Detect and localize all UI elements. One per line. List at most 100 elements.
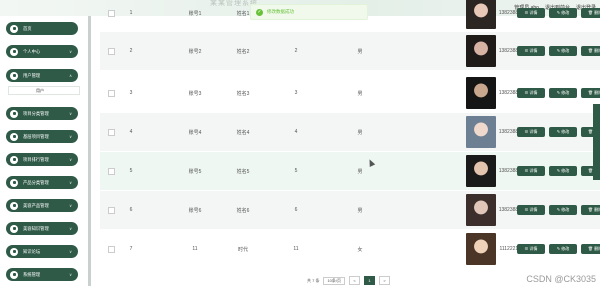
sidebar: 首页 个人中心 ∨ 用户管理 ∧ 用户 项目分类管理 ∨ 基层项目管理 ∨ 项目排行管理…: [0, 16, 95, 286]
avatar: [466, 0, 496, 29]
delete-button[interactable]: 🗑 删除: [581, 244, 600, 254]
edit-button[interactable]: ✎ 修改: [549, 46, 577, 56]
sidebar-item-label: 个人中心: [23, 48, 41, 54]
button-label: 删除: [594, 207, 600, 212]
delete-button[interactable]: 🗑 删除: [581, 46, 600, 56]
sidebar-item-home[interactable]: 首页: [6, 22, 78, 35]
cell-name: 姓名2: [236, 48, 250, 55]
edit-button[interactable]: ✎ 修改: [549, 127, 577, 137]
detail-button[interactable]: ☰ 详情: [517, 244, 545, 254]
detail-button[interactable]: ☰ 详情: [517, 8, 545, 18]
next-page-button[interactable]: >: [379, 276, 391, 285]
sidebar-item-project-ranking[interactable]: 项目排行管理 ∨: [6, 153, 78, 166]
row-checkbox[interactable]: [108, 206, 115, 214]
chevron-down-icon: ∨: [69, 203, 72, 208]
user-icon: [10, 47, 18, 56]
cell-age: 4: [294, 129, 298, 135]
avatar: [466, 233, 496, 265]
row-actions: ☰ 详情✎ 修改🗑 删除: [517, 166, 600, 176]
cell-name: 时代: [237, 246, 248, 253]
button-label: 详情: [529, 207, 538, 212]
row-actions: ☰ 详情 ✎ 修改 🗑 删除: [517, 8, 600, 18]
button-label: 详情: [529, 168, 538, 173]
button-label: 修改: [561, 90, 570, 95]
success-toast: ✓ 修改数据成功: [250, 4, 368, 20]
detail-button[interactable]: ☰ 详情: [517, 166, 545, 176]
detail-button[interactable]: ☰ 详情: [517, 205, 545, 215]
chevron-down-icon: ∨: [69, 111, 72, 116]
chevron-down-icon: ∨: [69, 49, 72, 54]
row-checkbox[interactable]: [108, 245, 115, 253]
sidebar-item-product-category[interactable]: 产品分类管理 ∨: [6, 176, 78, 189]
edit-button[interactable]: ✎ 修改: [549, 205, 577, 215]
cell-account: 账号2: [188, 48, 202, 55]
page-size-select[interactable]: 10条/页: [323, 276, 346, 285]
delete-button[interactable]: 🗑 删除: [581, 205, 600, 215]
sidebar-item-system[interactable]: 系统管理 ∨: [6, 268, 78, 281]
main-content: 1账号1姓名11男13823888881☰ 详情✎ 修改🗑 删除2账号2姓名22…: [91, 0, 600, 286]
button-label: 修改: [561, 207, 570, 212]
row-checkbox[interactable]: [108, 9, 115, 17]
delete-button[interactable]: 🗑 删除: [581, 8, 600, 18]
button-label: 修改: [561, 129, 570, 134]
detail-button[interactable]: ☰ 详情: [517, 46, 545, 56]
sidebar-item-label: 基层项目管理: [23, 133, 49, 139]
row-actions: ☰ 详情 ✎ 修改 🗑 删除: [517, 205, 600, 215]
cell-gender: 女: [357, 246, 363, 253]
chevron-down-icon: ∨: [69, 272, 72, 277]
cell-name: 姓名3: [236, 90, 250, 97]
edit-button[interactable]: ✎ 修改: [549, 166, 577, 176]
cell-gender: 男: [357, 168, 363, 175]
sidebar-item-label: 用户管理: [23, 72, 41, 78]
edit-button[interactable]: ✎ 修改: [549, 244, 577, 254]
cell-no: 5: [129, 168, 133, 174]
cell-age: 6: [294, 207, 298, 213]
sidebar-item-label: 系统管理: [23, 271, 41, 277]
avatar: [466, 116, 496, 148]
cell-gender: 男: [357, 129, 363, 136]
sidebar-item-user-management[interactable]: 用户管理 ∧: [6, 69, 78, 82]
sidebar-item-label: 知识论坛: [23, 248, 41, 254]
detail-button[interactable]: ☰ 详情: [517, 127, 545, 137]
prev-page-button[interactable]: <: [349, 276, 361, 285]
gear-icon: [10, 178, 18, 187]
cell-account: 11: [192, 246, 198, 252]
delete-button[interactable]: 🗑 删除: [581, 88, 600, 98]
gear-icon: [10, 270, 18, 279]
cell-no: 6: [129, 207, 133, 213]
edit-button[interactable]: ✎ 修改: [549, 88, 577, 98]
gear-icon: [10, 109, 18, 118]
cell-gender: 男: [357, 207, 363, 214]
right-floating-panel[interactable]: [593, 104, 600, 180]
button-label: 删除: [594, 90, 600, 95]
sidebar-subitem-user[interactable]: 用户: [8, 86, 80, 95]
button-label: 详情: [529, 10, 538, 15]
row-checkbox[interactable]: [108, 128, 115, 136]
gear-icon: [10, 155, 18, 164]
button-label: 修改: [561, 246, 570, 251]
row-checkbox[interactable]: [108, 47, 115, 55]
row-checkbox[interactable]: [108, 167, 115, 175]
gear-icon: [10, 201, 18, 210]
sidebar-item-forum[interactable]: 知识论坛 ∨: [6, 245, 78, 258]
detail-button[interactable]: ☰ 详情: [517, 88, 545, 98]
sidebar-item-project-category[interactable]: 项目分类管理 ∨: [6, 107, 78, 120]
button-label: 删除: [594, 246, 600, 251]
sidebar-item-label: 美容知识管理: [23, 225, 49, 231]
sidebar-item-label: 项目分类管理: [23, 110, 49, 116]
button-label: 修改: [561, 168, 570, 173]
button-label: 修改: [561, 10, 570, 15]
chevron-down-icon: ∨: [69, 157, 72, 162]
sidebar-item-beauty-product[interactable]: 美容产品管理 ∨: [6, 199, 78, 212]
row-checkbox[interactable]: [108, 89, 115, 97]
sidebar-item-basic-project[interactable]: 基层项目管理 ∨: [6, 130, 78, 143]
users-icon: [10, 71, 18, 80]
cell-age: 3: [294, 90, 298, 96]
edit-button[interactable]: ✎ 修改: [549, 8, 577, 18]
chevron-down-icon: ∨: [69, 226, 72, 231]
sidebar-item-label: 项目排行管理: [23, 156, 49, 162]
page-1-button[interactable]: 1: [364, 276, 376, 285]
sidebar-item-profile[interactable]: 个人中心 ∨: [6, 45, 78, 58]
sidebar-item-beauty-knowledge[interactable]: 美容知识管理 ∨: [6, 222, 78, 235]
table-row: 6账号6姓名66男13823888886☰ 详情✎ 修改🗑 删除: [100, 191, 600, 229]
